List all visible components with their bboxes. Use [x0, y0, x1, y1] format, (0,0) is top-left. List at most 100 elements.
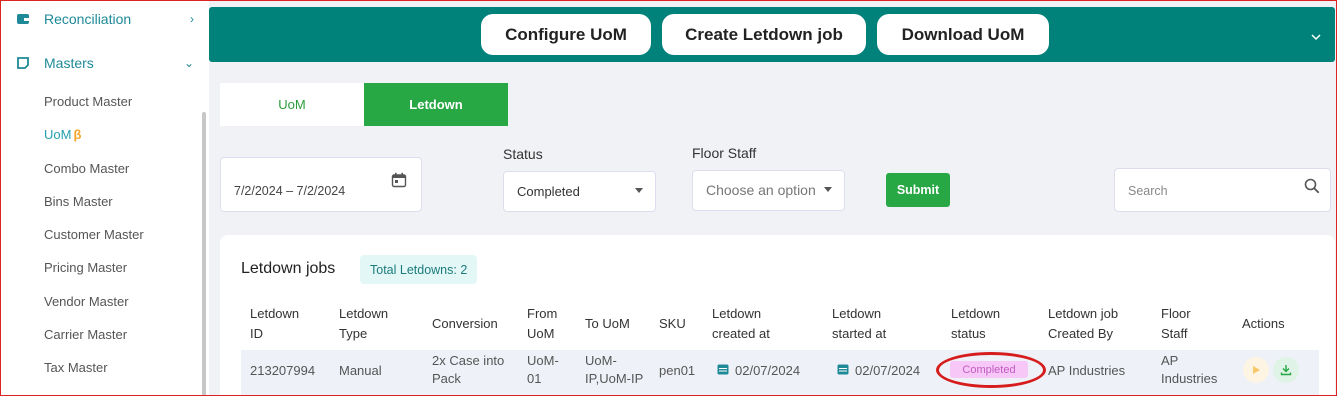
create-letdown-job-button[interactable]: Create Letdown job [662, 14, 866, 55]
tab-uom[interactable]: UoM [220, 83, 364, 126]
calendar-icon [717, 362, 729, 380]
column-header-status[interactable]: Letdown status [951, 304, 1000, 344]
header-line: UoM [527, 326, 555, 341]
wallet-icon [16, 12, 30, 26]
chevron-down-icon[interactable] [1311, 29, 1321, 44]
floor-staff-filter-label: Floor Staff [692, 145, 757, 161]
cell-floor-staff: AP Industries [1161, 352, 1217, 388]
beta-badge: β [73, 127, 82, 142]
dropdown-arrow-icon [824, 187, 832, 192]
cell-line: Industries [1161, 371, 1218, 386]
column-header-created-by[interactable]: Letdown job Created By [1048, 304, 1118, 344]
cell-created-by: AP Industries [1048, 363, 1126, 378]
status-select[interactable]: Completed [503, 171, 656, 212]
header-line: SKU [659, 316, 686, 331]
calendar-icon [837, 362, 849, 380]
column-header-to-uom[interactable]: To UoM [585, 314, 630, 334]
sidebar-item-customer-master[interactable]: Customer Master [44, 227, 144, 242]
date-range-picker[interactable]: 7/2/2024 – 7/2/2024 [220, 157, 422, 212]
cell-line: 2x Case into [432, 353, 505, 368]
sidebar-item-vendor-master[interactable]: Vendor Master [44, 294, 129, 309]
highlight-ellipse [936, 352, 1046, 388]
header-line: To UoM [585, 316, 630, 331]
cell-line: IP,UoM-IP [585, 371, 644, 386]
configure-uom-button[interactable]: Configure UoM [481, 14, 651, 55]
download-uom-button[interactable]: Download UoM [877, 14, 1049, 55]
sidebar-item-uom[interactable]: UoM β [44, 127, 81, 142]
header-line: started at [832, 326, 887, 341]
header-line: Type [339, 326, 368, 341]
header-line: created at [712, 326, 770, 341]
sidebar-item-tax-master[interactable]: Tax Master [44, 360, 108, 375]
date-value: 02/07/2024 [735, 363, 801, 378]
chevron-down-icon: ⌄ [183, 56, 194, 70]
cell-to-uom: UoM- IP,UoM-IP [585, 352, 643, 388]
column-header-from-uom[interactable]: From UoM [527, 304, 557, 344]
floor-staff-select[interactable]: Choose an option [692, 170, 845, 211]
total-letdowns-badge: Total Letdowns: 2 [360, 255, 478, 284]
column-header-conversion[interactable]: Conversion [432, 314, 498, 334]
card-title: Letdown jobs [241, 260, 336, 277]
header-line: Letdown [339, 306, 389, 321]
cell-line: Pack [432, 371, 461, 386]
header-line: Letdown job [1048, 306, 1119, 321]
sidebar-item-pricing-master[interactable]: Pricing Master [44, 260, 127, 275]
search-icon[interactable] [1304, 178, 1320, 199]
cell-line: UoM- [527, 353, 559, 368]
date-range-value: 7/2/2024 – 7/2/2024 [234, 184, 346, 198]
sidebar-scrollbar[interactable] [202, 112, 206, 396]
letdown-jobs-card: Letdown jobs Total Letdowns: 2 Letdown ID… [220, 235, 1335, 396]
status-filter-label: Status [503, 146, 543, 162]
cell-line: 01 [527, 371, 542, 386]
header-line: Floor [1161, 306, 1191, 321]
status-select-value: Completed [517, 184, 580, 199]
calendar-icon[interactable] [391, 172, 407, 193]
sidebar-item-bins-master[interactable]: Bins Master [44, 194, 113, 209]
date-value: 02/07/2024 [855, 363, 921, 378]
main-content: Configure UoM Create Letdown job Downloa… [209, 0, 1337, 396]
header-line: Staff [1161, 326, 1188, 341]
column-header-sku[interactable]: SKU [659, 314, 686, 334]
submit-button[interactable]: Submit [886, 173, 950, 207]
header-line: Letdown [712, 306, 762, 321]
sidebar-group-label: Reconciliation [44, 11, 132, 27]
top-action-bar: Configure UoM Create Letdown job Downloa… [209, 7, 1335, 62]
cell-letdown-id: 213207994 [250, 363, 316, 378]
sidebar-group-label: Masters [44, 55, 94, 71]
search-placeholder: Search [1128, 184, 1168, 198]
column-header-actions: Actions [1242, 314, 1285, 334]
column-header-letdown-id[interactable]: Letdown ID [250, 304, 299, 344]
sidebar-item-product-master[interactable]: Product Master [44, 94, 132, 109]
header-line: Actions [1242, 316, 1285, 331]
header-line: status [951, 326, 986, 341]
sidebar: Reconciliation › Masters ⌄ Product Maste… [0, 0, 209, 396]
cell-line: AP [1161, 353, 1179, 368]
sidebar-item-combo-master[interactable]: Combo Master [44, 161, 129, 176]
column-header-created-at[interactable]: Letdown created at [712, 304, 770, 344]
sidebar-item-label: UoM [44, 127, 72, 142]
column-header-letdown-type[interactable]: Letdown Type [339, 304, 388, 344]
tab-letdown[interactable]: Letdown [364, 83, 508, 126]
play-icon[interactable] [1243, 357, 1269, 383]
header-line: Letdown [832, 306, 882, 321]
floor-staff-placeholder: Choose an option [706, 182, 816, 198]
cell-line: UoM- [585, 353, 617, 368]
cell-conversion: 2x Case into Pack [432, 352, 504, 388]
dropdown-arrow-icon [635, 188, 643, 193]
column-header-floor-staff[interactable]: Floor Staff [1161, 304, 1191, 344]
cell-created-at: 02/07/2024 [717, 362, 800, 380]
header-line: Letdown [250, 306, 300, 321]
header-line: From [527, 306, 558, 321]
cell-started-at: 02/07/2024 [837, 362, 920, 380]
sidebar-group-masters[interactable]: Masters ⌄ [16, 55, 194, 71]
search-input[interactable]: Search [1114, 168, 1331, 212]
sidebar-group-reconciliation[interactable]: Reconciliation › [16, 11, 194, 27]
header-line: Letdown [951, 306, 1001, 321]
sidebar-item-carrier-master[interactable]: Carrier Master [44, 327, 127, 342]
header-line: ID [250, 326, 263, 341]
column-header-started-at[interactable]: Letdown started at [832, 304, 886, 344]
cell-from-uom: UoM- 01 [527, 352, 559, 388]
download-icon[interactable] [1273, 357, 1299, 383]
cell-letdown-type: Manual [339, 363, 382, 378]
note-icon [16, 56, 30, 70]
